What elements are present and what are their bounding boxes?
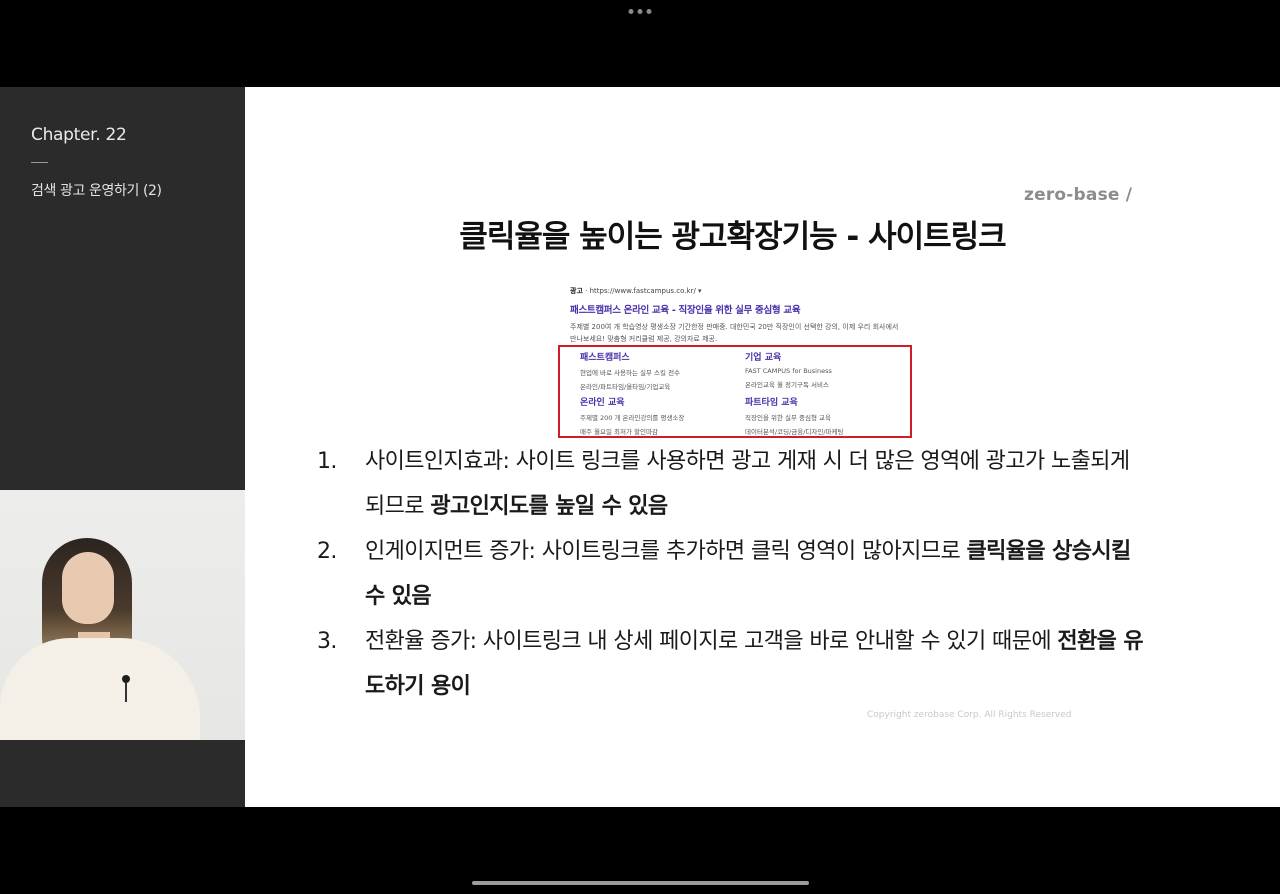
key-point: 3. 전환율 증가: 사이트링크 내 상세 페이지로 고객을 바로 안내할 수 … xyxy=(317,619,1147,709)
ad-label: 광고 xyxy=(570,287,583,295)
lapel-mic-icon xyxy=(122,675,130,683)
copyright-notice: Copyright zerobase Corp. All Rights Rese… xyxy=(867,710,1072,720)
point-text: 전환율 증가: 사이트링크 내 상세 페이지로 고객을 바로 안내할 수 있기 … xyxy=(365,629,1058,654)
sitelink-line: FAST CAMPUS for Business xyxy=(745,367,832,375)
chapter-divider xyxy=(31,162,48,163)
sitelink-line: 직장인을 위한 실무 중심형 교육 xyxy=(745,414,832,422)
sitelink-line: 온라인/파트타임/올타임/기업교육 xyxy=(580,383,671,391)
point-number: 1. xyxy=(317,449,337,474)
sitelink-line: 데이터분석/코딩/금융/디자인/마케팅 xyxy=(745,428,844,436)
key-point: 1. 사이트인지효과: 사이트 링크를 사용하면 광고 게재 시 더 많은 영역… xyxy=(317,439,1147,529)
key-point: 2. 인게이지먼트 증가: 사이트링크를 추가하면 클릭 영역이 많아지므로 클… xyxy=(317,529,1147,619)
home-indicator[interactable] xyxy=(472,881,809,885)
sitelink-line: 온라인교육 월 정기구독 서비스 xyxy=(745,381,829,389)
sitelink-line: 주제별 200 개 온라인강의를 평생소장 xyxy=(580,414,685,422)
sitelink-title: 파트타임 교육 xyxy=(745,398,798,408)
sitelink-item: 파트타임 교육 직장인을 위한 실무 중심형 교육 데이터분석/코딩/금융/디자… xyxy=(745,395,905,436)
sitelink-item: 기업 교육 FAST CAMPUS for Business 온라인교육 월 정… xyxy=(745,350,905,389)
slide-title: 클릭율을 높이는 광고확장기능 - 사이트링크 xyxy=(459,219,1006,255)
point-text: 인게이지먼트 증가: 사이트링크를 추가하면 클릭 영역이 많아지므로 xyxy=(365,539,967,564)
sitelink-title: 패스트캠퍼스 xyxy=(580,353,630,363)
point-emphasis: 광고인지도를 높일 수 있음 xyxy=(430,494,668,519)
mic-wire xyxy=(125,682,127,702)
search-ad-example: 광고 · https://www.fastcampus.co.kr/ ▾ 패스트… xyxy=(570,286,920,345)
presenter-face xyxy=(62,552,114,624)
lesson-title: 검색 광고 운영하기 (2) xyxy=(31,183,162,199)
sitelink-line: 현업에 바로 사용하는 실무 스킬 전수 xyxy=(580,369,681,377)
sitelink-title: 온라인 교육 xyxy=(580,398,625,408)
video-player: Chapter. 22 검색 광고 운영하기 (2) zero-base / 클… xyxy=(0,0,1280,894)
chapter-label: Chapter. 22 xyxy=(31,125,127,145)
lecture-slide: zero-base / 클릭율을 높이는 광고확장기능 - 사이트링크 광고 ·… xyxy=(245,87,1280,807)
point-number: 2. xyxy=(317,539,337,564)
brand-logo: zero-base / xyxy=(1024,185,1133,205)
ad-description: 주제별 200여 개 학습영상 평생소장 기간한정 판매중. 대한민국 20만 … xyxy=(570,323,899,343)
sitelink-item: 온라인 교육 주제별 200 개 온라인강의를 평생소장 매주 월요일 최저가 … xyxy=(580,395,740,436)
ad-url-line: 광고 · https://www.fastcampus.co.kr/ ▾ xyxy=(570,286,920,296)
sitelink-item: 패스트캠퍼스 현업에 바로 사용하는 실무 스킬 전수 온라인/파트타임/올타임… xyxy=(580,350,740,391)
presenter-webcam xyxy=(0,490,245,740)
point-number: 3. xyxy=(317,629,337,654)
sitelinks-highlight-box: 패스트캠퍼스 현업에 바로 사용하는 실무 스킬 전수 온라인/파트타임/올타임… xyxy=(558,345,912,438)
lecture-sidebar: Chapter. 22 검색 광고 운영하기 (2) xyxy=(0,87,245,807)
ad-url: · https://www.fastcampus.co.kr/ ▾ xyxy=(585,287,702,295)
ad-headline: 패스트캠퍼스 온라인 교육 - 직장인을 위한 실무 중심형 교육 xyxy=(570,305,801,316)
sitelink-line: 매주 월요일 최저가 할인마감 xyxy=(580,428,658,436)
sitelink-title: 기업 교육 xyxy=(745,353,782,363)
key-points-list: 1. 사이트인지효과: 사이트 링크를 사용하면 광고 게재 시 더 많은 영역… xyxy=(317,439,1147,709)
more-options-icon[interactable] xyxy=(628,9,652,14)
